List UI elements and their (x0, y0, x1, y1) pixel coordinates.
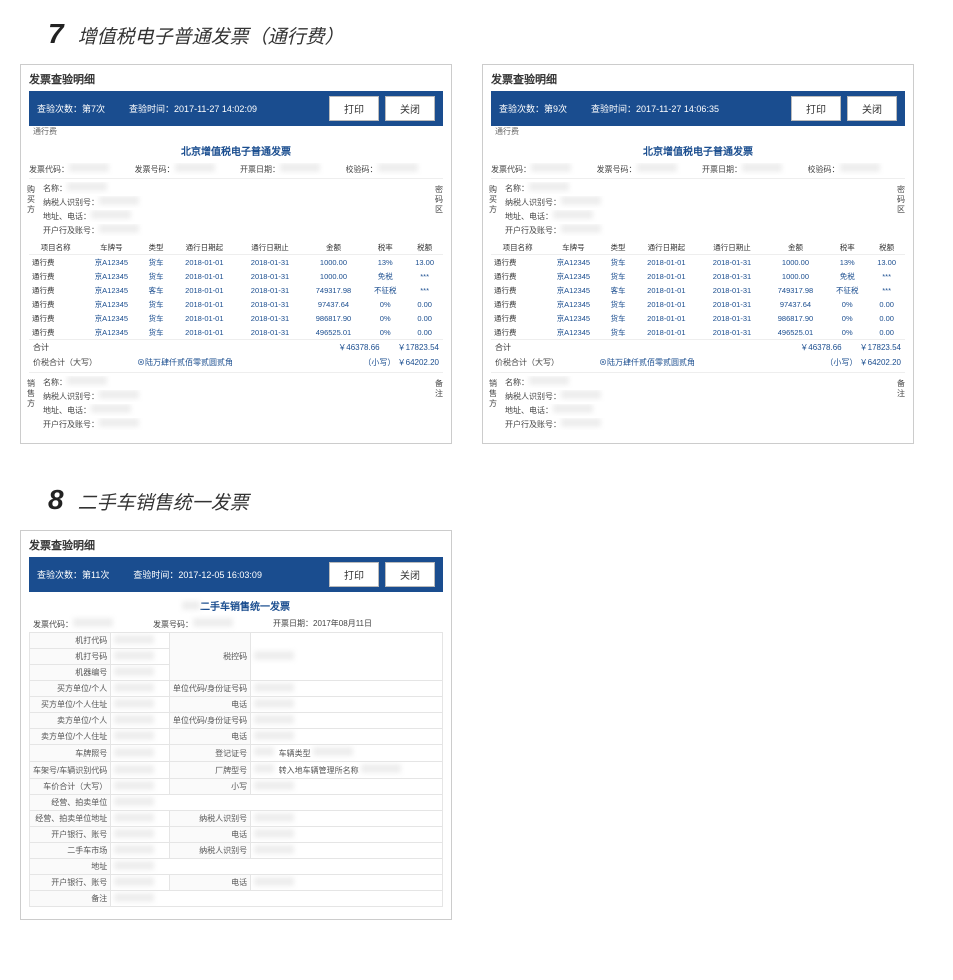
items-table-b: 项目名称车牌号类型通行日期起通行日期止金额税率税额通行费京A12345货车201… (491, 240, 905, 339)
sub-label: 通行费 (491, 126, 905, 137)
check-time: 查验时间：2017-12-05 16:03:09 (133, 568, 262, 581)
card-title: 发票查验明细 (491, 71, 905, 87)
pwd-side-label: 密码区 (433, 185, 445, 215)
check-time: 查验时间：2017-11-27 14:06:35 (591, 102, 719, 115)
invoice-card-a: 发票查验明细 查验次数：第7次 查验时间：2017-11-27 14:02:09… (20, 64, 452, 444)
invoice-title: 北京增值税电子普通发票 (491, 143, 905, 158)
invoice-row-8: 发票查验明细 查验次数：第11次 查验时间：2017-12-05 16:03:0… (20, 530, 933, 920)
invoice-body: 通行费 北京增值税电子普通发票 发票代码： 发票号码： 开票日期： 校验码： 购… (491, 126, 905, 431)
print-button[interactable]: 打印 (791, 96, 841, 121)
invoice-row-7: 发票查验明细 查验次数：第7次 查验时间：2017-11-27 14:02:09… (20, 64, 933, 444)
close-button[interactable]: 关闭 (385, 562, 435, 587)
check-count: 查验次数：第11次 (37, 568, 109, 581)
totals: 合计 ￥46378.66 ￥17823.54 (29, 339, 443, 355)
invoice-card-c: 发票查验明细 查验次数：第11次 查验时间：2017-12-05 16:03:0… (20, 530, 452, 920)
card-title: 发票查验明细 (29, 537, 443, 553)
used-car-table: 机打代码税控码 机打号码 机器编号 买方单位/个人单位代码/身份证号码 买方单位… (29, 632, 443, 907)
seller-box: 销售方 备注 名称： 纳税人识别号： 地址、电话： 开户行及账号： (491, 372, 905, 431)
print-button[interactable]: 打印 (329, 96, 379, 121)
sub-label: 通行费 (29, 126, 443, 137)
section-7-header: 7 增值税电子普通发票（通行费） (48, 18, 933, 50)
toolbar: 查验次数：第7次 查验时间：2017-11-27 14:02:09 打印 关闭 (29, 91, 443, 126)
tax-total: 价税合计（大写） ⊗陆万肆仟贰佰零贰圆贰角 （小写） ￥64202.20 (29, 355, 443, 370)
section-number: 7 (48, 18, 64, 50)
invoice-body: 二手车销售统一发票 发票代码： 发票号码： 开票日期：2017年08月11日 机… (29, 598, 443, 907)
items-table-a: 项目名称车牌号类型通行日期起通行日期止金额税率税额通行费京A12345货车201… (29, 240, 443, 339)
invoice-card-b: 发票查验明细 查验次数：第9次 查验时间：2017-11-27 14:06:35… (482, 64, 914, 444)
toolbar: 查验次数：第9次 查验时间：2017-11-27 14:06:35 打印 关闭 (491, 91, 905, 126)
check-count: 查验次数：第7次 (37, 102, 105, 115)
seller-side-label: 销售方 (25, 379, 37, 409)
tax-total: 价税合计（大写） ⊗陆万肆仟贰佰零贰圆贰角 （小写） ￥64202.20 (491, 355, 905, 370)
buyer-box: 购买方 密码区 名称： 纳税人识别号： 地址、电话： 开户行及账号： (29, 178, 443, 237)
check-time: 查验时间：2017-11-27 14:02:09 (129, 102, 257, 115)
card-title: 发票查验明细 (29, 71, 443, 87)
invoice-title: 北京增值税电子普通发票 (29, 143, 443, 158)
meta-line: 发票代码： 发票号码： 开票日期： 校验码： (29, 162, 443, 176)
buyer-box: 购买方 密码区 名称： 纳税人识别号： 地址、电话： 开户行及账号： (491, 178, 905, 237)
section-title: 二手车销售统一发票 (78, 488, 249, 515)
remark-side-label: 备注 (433, 379, 445, 399)
check-count: 查验次数：第9次 (499, 102, 567, 115)
buyer-side-label: 购买方 (25, 185, 37, 215)
section-number: 8 (48, 484, 64, 516)
seller-box: 销售方 备注 名称： 纳税人识别号： 地址、电话： 开户行及账号： (29, 372, 443, 431)
meta-line: 发票代码： 发票号码： 开票日期：2017年08月11日 (29, 616, 443, 632)
invoice-title: 二手车销售统一发票 (29, 598, 443, 613)
print-button[interactable]: 打印 (329, 562, 379, 587)
meta-line: 发票代码： 发票号码： 开票日期： 校验码： (491, 162, 905, 176)
invoice-body: 通行费 北京增值税电子普通发票 发票代码： 发票号码： 开票日期： 校验码： 购… (29, 126, 443, 431)
totals: 合计 ￥46378.66 ￥17823.54 (491, 339, 905, 355)
section-title: 增值税电子普通发票（通行费） (78, 22, 344, 49)
section-8-header: 8 二手车销售统一发票 (48, 484, 933, 516)
toolbar: 查验次数：第11次 查验时间：2017-12-05 16:03:09 打印 关闭 (29, 557, 443, 592)
close-button[interactable]: 关闭 (847, 96, 897, 121)
close-button[interactable]: 关闭 (385, 96, 435, 121)
